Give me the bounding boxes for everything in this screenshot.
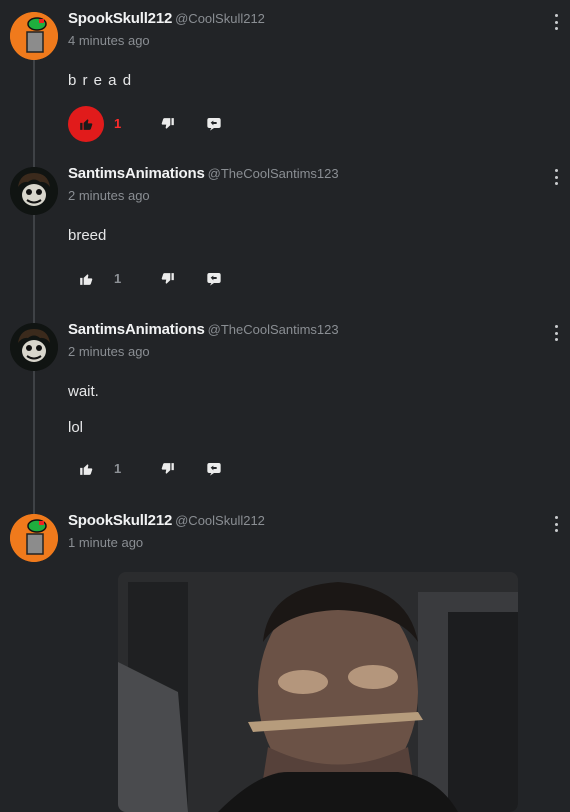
handle[interactable]: @TheCoolSantims123 [208,322,339,337]
handle[interactable]: @TheCoolSantims123 [208,166,339,181]
comment-header: SpookSkull212 @CoolSkull212 [68,10,265,28]
more-options-icon[interactable] [550,323,562,343]
avatar[interactable] [10,167,58,215]
comment-text: lol [68,419,84,436]
username[interactable]: SpookSkull212 [68,10,172,27]
comment-header: SpookSkull212 @CoolSkull212 [68,512,265,530]
avatar[interactable] [10,514,58,562]
thumbs-down-icon [161,118,174,129]
comment-text: breed [68,227,107,244]
reply-icon [207,273,221,286]
handle[interactable]: @CoolSkull212 [175,11,265,26]
comment-actions: 1 [68,106,268,142]
like-button[interactable] [68,261,104,297]
like-button[interactable] [68,106,104,142]
like-count: 1 [114,271,122,286]
like-count: 1 [114,116,122,131]
thumbs-down-icon [161,273,174,284]
more-options-icon[interactable] [550,167,562,187]
thumbs-up-icon [80,464,93,475]
timestamp[interactable]: 2 minutes ago [68,344,150,359]
thumbs-up-icon [80,119,93,130]
handle[interactable]: @CoolSkull212 [175,513,265,528]
username[interactable]: SantimsAnimations [68,321,205,338]
attached-gif[interactable] [118,572,518,812]
timestamp[interactable]: 1 minute ago [68,535,143,550]
like-count: 1 [114,461,122,476]
reply-button[interactable] [202,457,226,481]
comment-text: b r e a d [68,72,133,89]
comment-actions: 1 [68,261,268,297]
username[interactable]: SpookSkull212 [68,512,172,529]
reply-button[interactable] [202,267,226,291]
comment-text: wait. [68,383,99,400]
thumbs-down-icon [161,463,174,474]
timestamp[interactable]: 2 minutes ago [68,188,150,203]
reply-button[interactable] [202,112,226,136]
username[interactable]: SantimsAnimations [68,165,205,182]
comment-header: SantimsAnimations @TheCoolSantims123 [68,165,339,183]
dislike-button[interactable] [156,457,180,481]
more-options-icon[interactable] [550,514,562,534]
comment-actions: 1 [68,451,268,487]
timestamp[interactable]: 4 minutes ago [68,33,150,48]
reply-icon [207,118,221,131]
like-button[interactable] [68,451,104,487]
comment-header: SantimsAnimations @TheCoolSantims123 [68,321,339,339]
thread-line [33,58,35,528]
reply-icon [207,463,221,476]
avatar[interactable] [10,323,58,371]
dislike-button[interactable] [156,112,180,136]
avatar[interactable] [10,12,58,60]
thumbs-up-icon [80,274,93,285]
more-options-icon[interactable] [550,12,562,32]
dislike-button[interactable] [156,267,180,291]
